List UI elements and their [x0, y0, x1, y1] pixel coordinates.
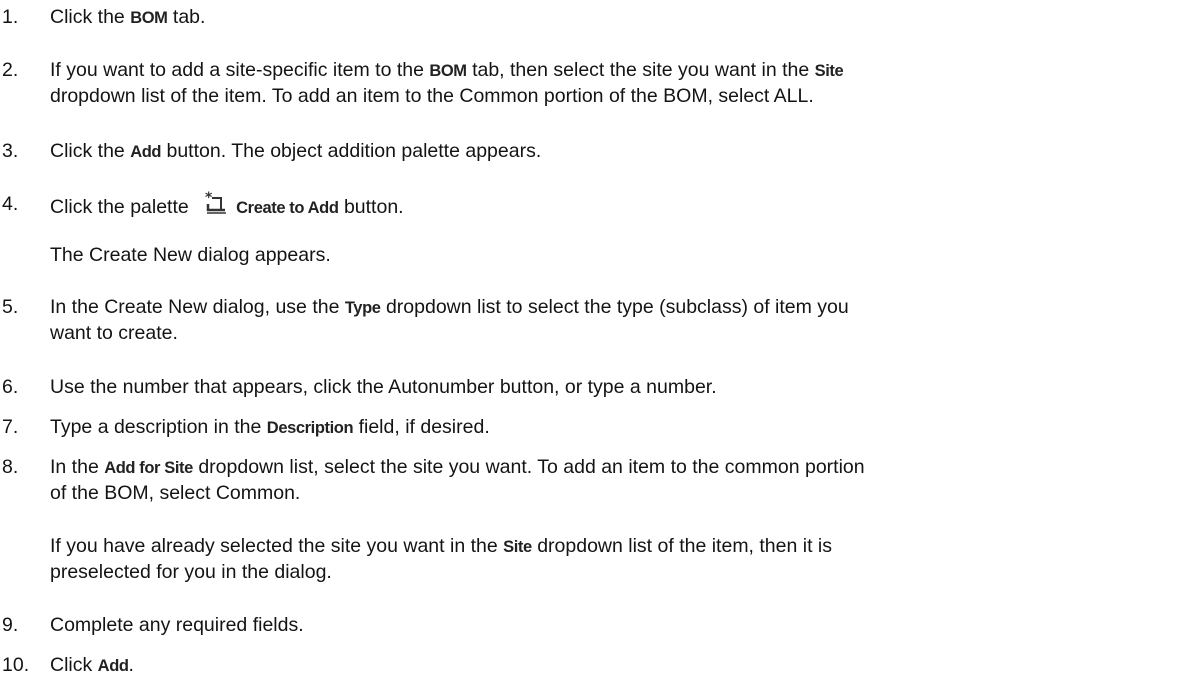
ui-term: Add for Site [104, 459, 193, 477]
step-2-line-2: dropdown list of the item. To add an ite… [50, 85, 814, 107]
ui-term: Site [503, 538, 532, 556]
step-8-note-line-2: preselected for you in the dialog. [50, 561, 332, 583]
ui-term: BOM [130, 9, 168, 27]
step-text: In the Add for Site dropdown list, selec… [50, 456, 865, 478]
step-number: 9. [2, 614, 19, 636]
step-text: Click the BOM tab. [50, 6, 206, 28]
step-number: 6. [2, 376, 19, 398]
ui-term: Add [130, 143, 162, 161]
ui-term: Description [266, 419, 354, 437]
step-text: If you want to add a site-specific item … [50, 59, 844, 81]
step-number: 7. [2, 416, 19, 438]
ui-term: Site [814, 62, 844, 80]
step-number: 3. [2, 140, 19, 162]
new-item-icon: * [200, 190, 230, 217]
ui-term: BOM [429, 62, 467, 80]
step-number: 1. [2, 6, 19, 28]
ui-term: Create to Add [236, 199, 339, 217]
step-text: Click the Add button. The object additio… [50, 140, 542, 162]
step-4-note: The Create New dialog appears. [50, 244, 331, 266]
svg-text:*: * [205, 191, 213, 206]
ui-term: Add [97, 657, 129, 675]
step-text: Click the palette * Create to Add button… [50, 190, 404, 218]
step-text: Complete any required fields. [50, 614, 304, 636]
step-text: Click Add. [50, 654, 134, 676]
instruction-page: { "steps": [ { "num": "1.", "lines": [ {… [0, 0, 1188, 683]
step-number: 2. [2, 59, 19, 81]
step-8-note-line-1: If you have already selected the site yo… [50, 535, 833, 557]
step-5-line-2: want to create. [50, 322, 178, 344]
step-number: 10. [2, 654, 30, 676]
step-8-line-2: of the BOM, select Common. [50, 482, 301, 504]
step-number: 8. [2, 456, 19, 478]
step-number: 5. [2, 296, 19, 318]
step-number: 4. [2, 193, 19, 215]
ui-term: Type [344, 299, 381, 317]
step-text: In the Create New dialog, use the Type d… [50, 296, 849, 318]
step-text: Use the number that appears, click the A… [50, 376, 717, 398]
step-text: Type a description in the Description fi… [50, 416, 490, 438]
